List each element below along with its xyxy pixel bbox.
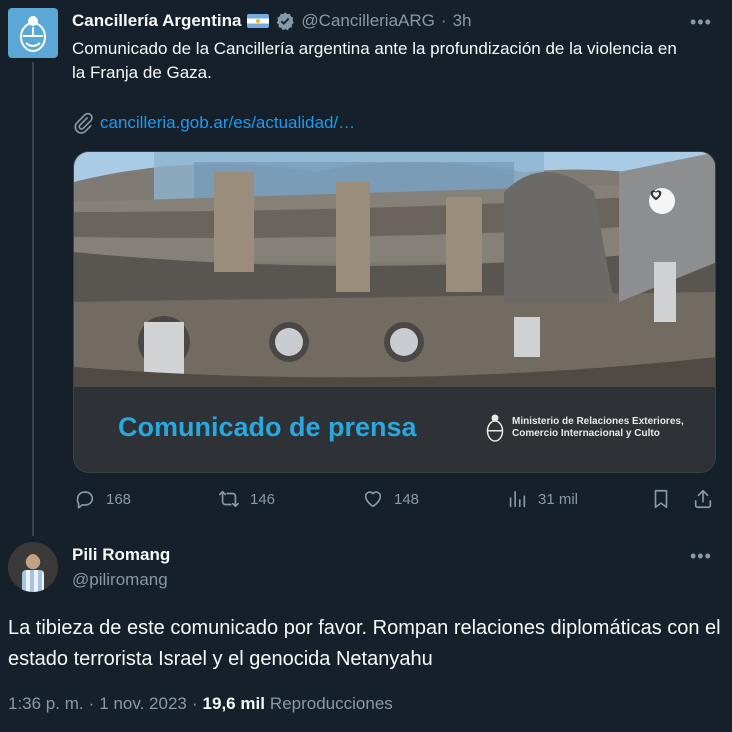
separator: · (440, 11, 447, 30)
like-button[interactable]: 148 (362, 488, 419, 510)
tweet-text: Comunicado de la Cancillería argentina a… (72, 39, 677, 82)
tweet-time[interactable]: 3h (453, 11, 472, 31)
avatar-pili-romang[interactable] (8, 542, 58, 592)
ministry-line2: Comercio Internacional y Culto (512, 428, 660, 439)
tweet-meta: 1:36 p. m. · 1 nov. 2023 · 19,6 mil Repr… (8, 694, 393, 714)
tweet-link[interactable]: cancilleria.gob.ar/es/actualidad/… (72, 112, 355, 134)
flag-argentina-icon (247, 14, 270, 28)
author-handle-2[interactable]: @piliromang (72, 570, 168, 590)
author-handle[interactable]: @CancilleriaARG (301, 11, 434, 31)
paperclip-icon (74, 112, 93, 134)
reply-count: 168 (106, 490, 132, 508)
ministry-logo: Ministerio de Relaciones Exteriores, Com… (486, 413, 684, 443)
avatar-cancilleria[interactable] (8, 8, 58, 58)
views-icon (509, 490, 526, 508)
views-label: Reproducciones (269, 694, 393, 713)
author-name[interactable]: Cancillería Argentina (72, 11, 241, 31)
like-icon (364, 491, 382, 508)
card-banner: Comunicado de prensa Ministerio de Relac… (74, 387, 715, 472)
reply-icon (76, 491, 94, 509)
views-count-2: 19,6 mil (202, 694, 265, 713)
like-count: 148 (394, 490, 420, 508)
tweet-time-2[interactable]: 1:36 p. m. (8, 694, 84, 714)
tweet-date[interactable]: 1 nov. 2023 (99, 694, 187, 714)
meta-separator: · (191, 694, 198, 713)
bookmark-icon (654, 489, 668, 509)
tweet-header: Cancillería Argentina @CancilleriaARG · … (72, 10, 471, 32)
share-icon (694, 489, 712, 509)
link-preview-card[interactable]: Comunicado de prensa Ministerio de Relac… (73, 151, 716, 473)
card-photo (74, 152, 715, 387)
more-icon[interactable]: ••• (690, 546, 712, 567)
heart-badge-icon (649, 188, 675, 214)
retweet-button[interactable]: 146 (218, 488, 275, 510)
ministry-line1: Ministerio de Relaciones Exteriores, (512, 416, 684, 427)
tweet-actions: 168 146 148 31 mil (72, 488, 718, 516)
bookmark-button[interactable] (650, 488, 672, 510)
thread-connector-line (32, 62, 34, 536)
link-text[interactable]: cancilleria.gob.ar/es/actualidad/… (100, 113, 355, 133)
share-button[interactable] (692, 488, 714, 510)
views-count: 31 mil (538, 490, 579, 508)
meta-separator: · (88, 694, 95, 713)
retweet-count: 146 (250, 490, 276, 508)
tweet-text-2: La tibieza de este comunicado por favor.… (8, 617, 721, 670)
banner-title: Comunicado de prensa (118, 412, 417, 442)
views-button[interactable]: 31 mil (506, 488, 578, 510)
reply-button[interactable]: 168 (74, 488, 131, 510)
retweet-icon (219, 490, 239, 508)
verified-badge-icon[interactable] (275, 11, 295, 31)
more-icon[interactable]: ••• (690, 12, 712, 33)
author-name-2[interactable]: Pili Romang (72, 545, 170, 565)
argentina-crest-icon (20, 16, 46, 52)
ministry-crest-icon (486, 414, 504, 442)
